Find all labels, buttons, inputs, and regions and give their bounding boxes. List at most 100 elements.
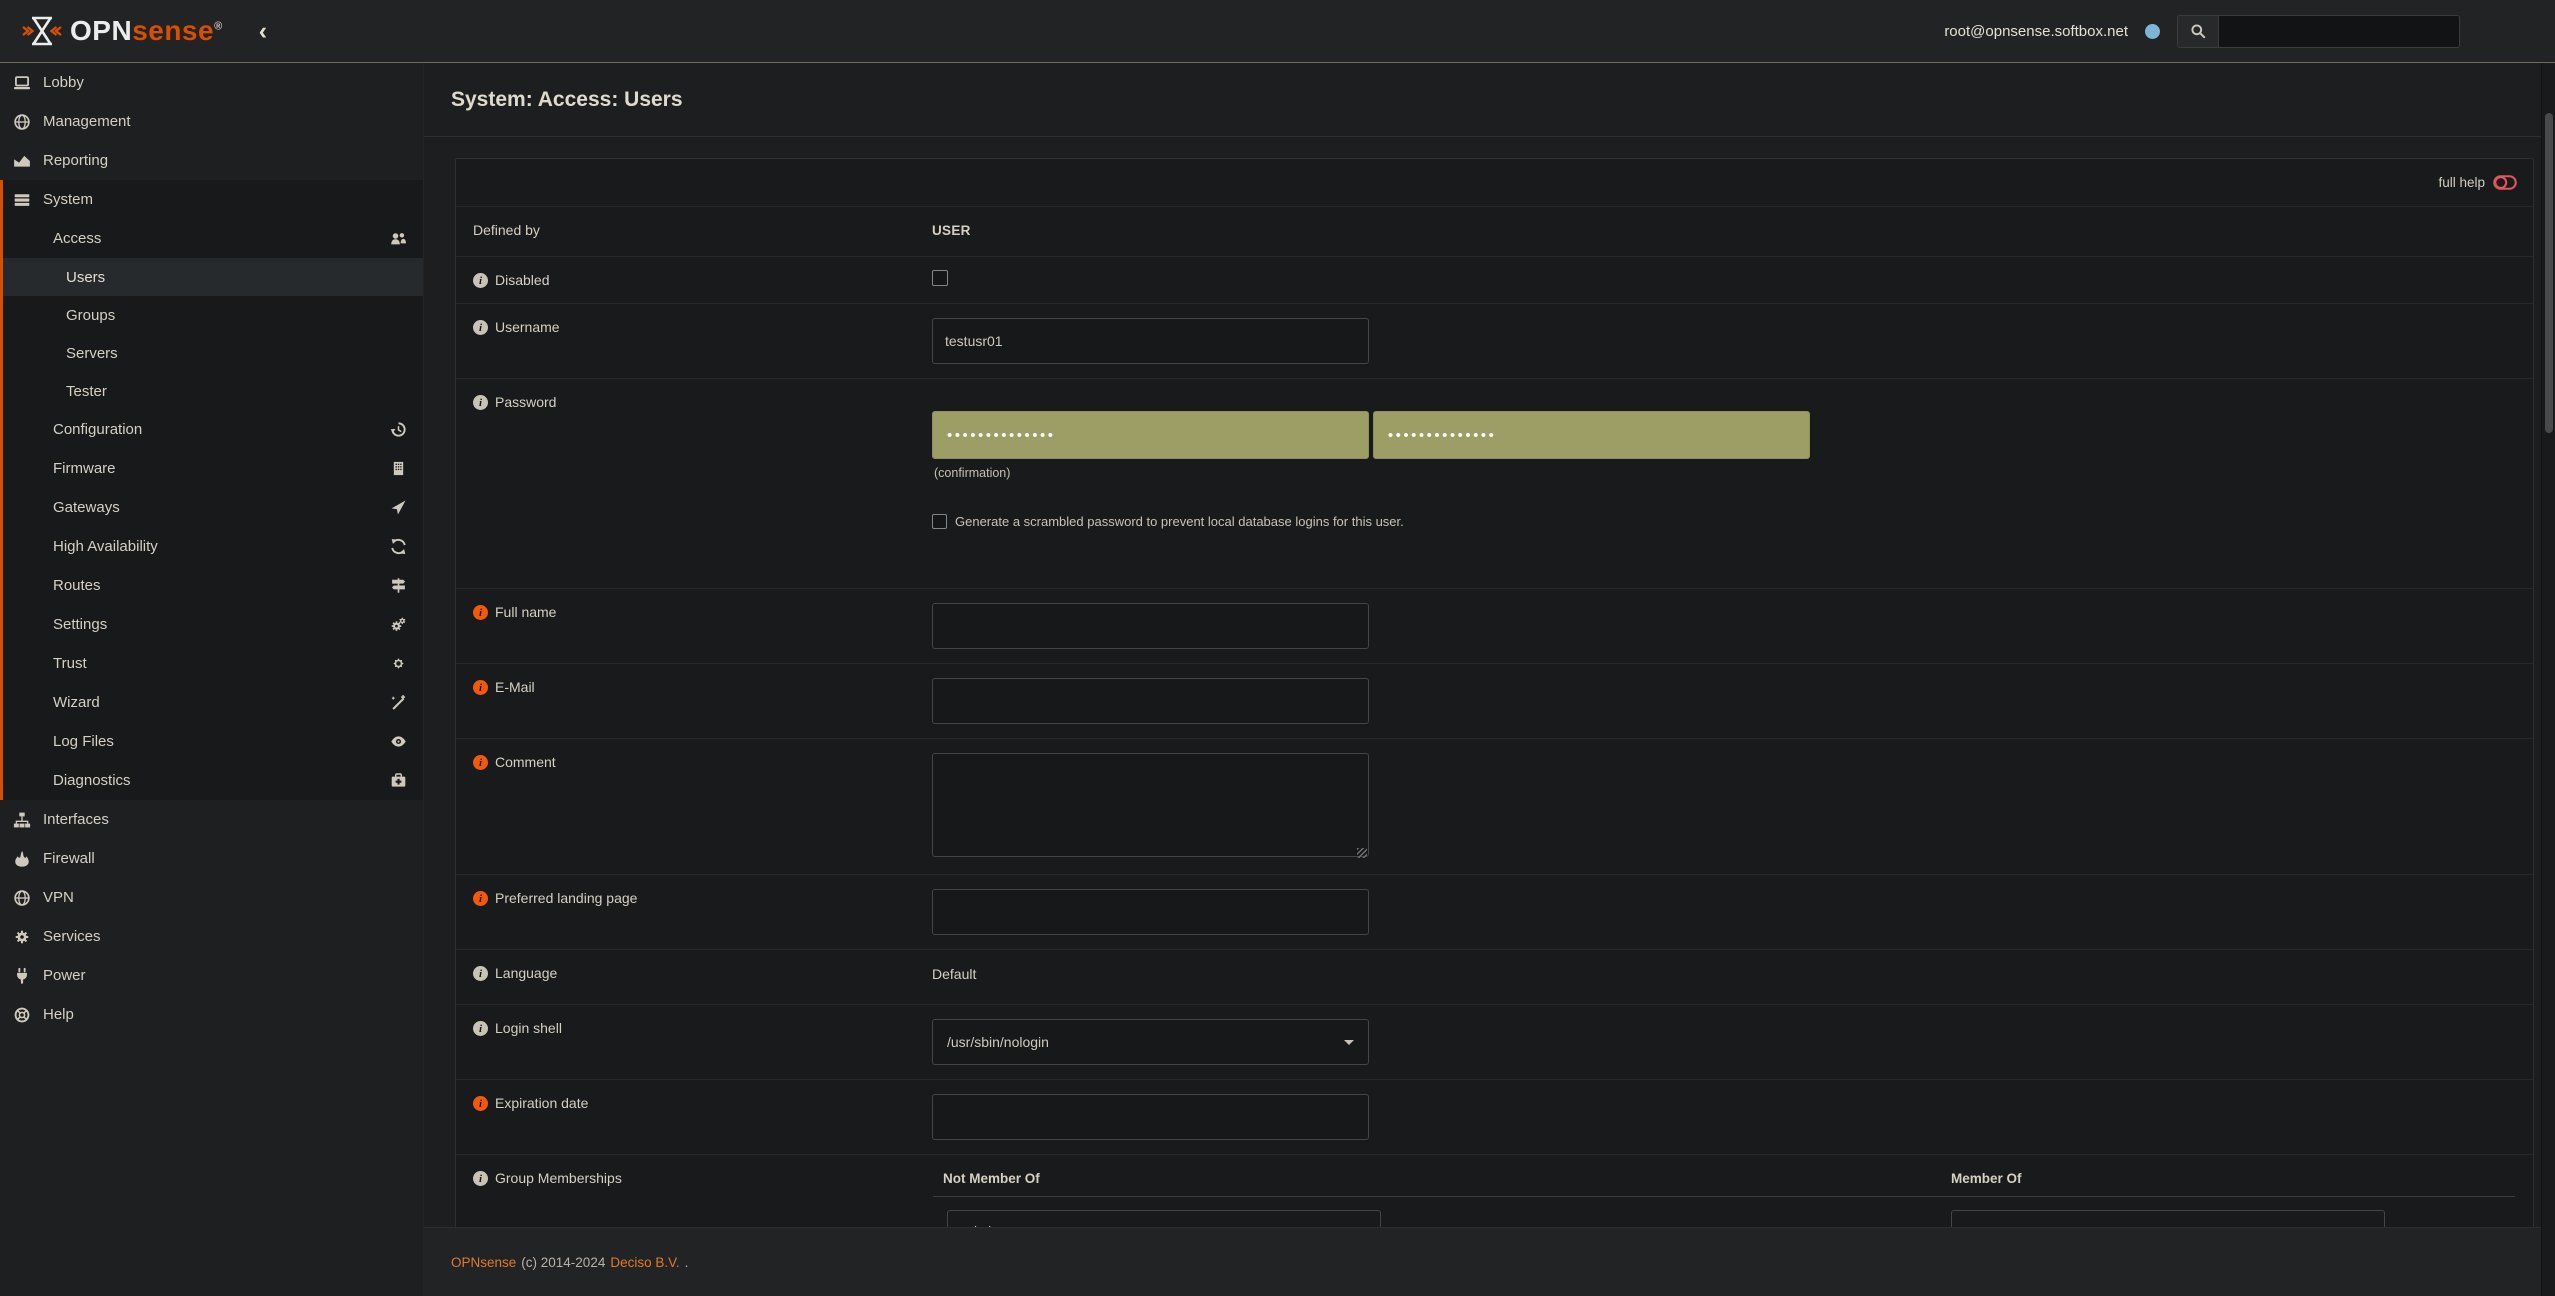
comment-label: Comment xyxy=(495,754,556,770)
sidebar-item-gateways[interactable]: Gateways xyxy=(3,488,423,527)
comment-textarea[interactable] xyxy=(932,753,1369,857)
globe-icon xyxy=(13,113,31,131)
page-scrollbar-thumb[interactable] xyxy=(2545,113,2553,433)
opnsense-logo-text: OPNsense® xyxy=(70,15,223,47)
username-input[interactable] xyxy=(932,318,1369,364)
footer-copyright: (c) 2014-2024 xyxy=(521,1255,605,1270)
sidebar-item-settings[interactable]: Settings xyxy=(3,605,423,644)
deciso-footer-link[interactable]: Deciso B.V. xyxy=(610,1255,679,1270)
info-icon[interactable] xyxy=(473,966,488,981)
page-title: System: Access: Users xyxy=(451,88,683,112)
topbar-right: root@opnsense.softbox.net xyxy=(1944,15,2555,48)
sidebar-item-firewall[interactable]: Firewall xyxy=(0,839,423,878)
scramble-password-checkbox[interactable] xyxy=(932,514,947,529)
sidebar-item-access[interactable]: Access xyxy=(3,219,423,258)
defined-by-label: Defined by xyxy=(473,222,540,238)
full-name-input[interactable] xyxy=(932,603,1369,649)
footer: OPNsense (c) 2014-2024 Deciso B.V.. xyxy=(424,1227,2555,1296)
landing-page-input[interactable] xyxy=(932,889,1369,935)
opnsense-footer-link[interactable]: OPNsense xyxy=(451,1255,516,1270)
sidebar-item-power[interactable]: Power xyxy=(0,956,423,995)
sidebar-item-trust[interactable]: Trust xyxy=(3,644,423,683)
email-input[interactable] xyxy=(932,678,1369,724)
info-icon[interactable] xyxy=(473,395,488,410)
search-input[interactable] xyxy=(2219,16,2459,47)
sidebar-item-tester[interactable]: Tester xyxy=(3,372,423,410)
resize-handle[interactable] xyxy=(1357,848,1367,858)
info-icon[interactable] xyxy=(473,680,488,695)
scramble-password-row: Generate a scrambled password to prevent… xyxy=(932,514,2513,529)
info-icon[interactable] xyxy=(473,1171,488,1186)
content-area: full help Defined by USER Disabled Usern… xyxy=(424,137,2555,1296)
sidebar-item-vpn[interactable]: VPN xyxy=(0,878,423,917)
sidebar-item-routes[interactable]: Routes xyxy=(3,566,423,605)
info-icon[interactable] xyxy=(473,273,488,288)
password-confirm-input[interactable] xyxy=(1373,411,1810,459)
info-icon[interactable] xyxy=(473,605,488,620)
login-shell-label: Login shell xyxy=(495,1020,562,1036)
form-row-comment: Comment xyxy=(456,738,2533,874)
expiration-date-label: Expiration date xyxy=(495,1095,588,1111)
login-shell-select[interactable]: /usr/sbin/nologin xyxy=(932,1019,1369,1065)
sidebar-item-services[interactable]: Services xyxy=(0,917,423,956)
password-input[interactable] xyxy=(932,411,1369,459)
building-icon xyxy=(390,460,407,477)
info-icon[interactable] xyxy=(473,1096,488,1111)
globe-icon xyxy=(13,889,31,907)
sidebar-item-high-availability[interactable]: High Availability xyxy=(3,527,423,566)
sidebar-item-servers[interactable]: Servers xyxy=(3,334,423,372)
full-help-toggle-icon[interactable] xyxy=(2493,173,2517,192)
sidebar-item-groups[interactable]: Groups xyxy=(3,296,423,334)
email-label: E-Mail xyxy=(495,679,535,695)
location-arrow-icon xyxy=(390,499,407,516)
user-edit-panel: full help Defined by USER Disabled Usern… xyxy=(455,158,2534,1296)
collapse-sidebar-chevron[interactable]: ‹ xyxy=(259,19,267,44)
sidebar-item-interfaces[interactable]: Interfaces xyxy=(0,800,423,839)
refresh-icon xyxy=(390,538,407,555)
form-row-email: E-Mail xyxy=(456,663,2533,738)
fire-icon xyxy=(13,850,31,868)
page-title-band: System: Access: Users xyxy=(424,63,2555,137)
life-ring-icon xyxy=(13,1006,31,1024)
gear-icon xyxy=(13,928,31,946)
info-icon[interactable] xyxy=(473,755,488,770)
info-icon[interactable] xyxy=(473,320,488,335)
landing-page-label: Preferred landing page xyxy=(495,890,637,906)
sidebar-item-wizard[interactable]: Wizard xyxy=(3,683,423,722)
stack-icon xyxy=(13,191,31,209)
login-shell-value: /usr/sbin/nologin xyxy=(947,1034,1049,1050)
opnsense-logo-icon xyxy=(22,11,62,51)
form-row-landing-page: Preferred landing page xyxy=(456,874,2533,949)
topbar: OPNsense® ‹ root@opnsense.softbox.net xyxy=(0,0,2555,63)
form-row-password: Password (confirmation) Generate a scram… xyxy=(456,378,2533,588)
cogs-icon xyxy=(390,616,407,633)
sidebar-item-system[interactable]: System xyxy=(3,180,423,219)
sidebar-item-log-files[interactable]: Log Files xyxy=(3,722,423,761)
search-icon xyxy=(2178,16,2219,47)
info-icon[interactable] xyxy=(473,891,488,906)
sidebar-item-help[interactable]: Help xyxy=(0,995,423,1034)
laptop-icon xyxy=(13,74,31,92)
opnsense-logo[interactable]: OPNsense® xyxy=(22,11,223,51)
form-row-disabled: Disabled xyxy=(456,256,2533,303)
sidebar-item-lobby[interactable]: Lobby xyxy=(0,63,423,102)
form-row-language: Language Default xyxy=(456,949,2533,1004)
info-icon[interactable] xyxy=(473,1021,488,1036)
not-member-of-header: Not Member Of xyxy=(932,1171,1381,1186)
sidebar-section-system: System Access Users Groups Servers Teste… xyxy=(0,180,423,800)
sidebar-item-management[interactable]: Management xyxy=(0,102,423,141)
expiration-date-input[interactable] xyxy=(932,1094,1369,1140)
main-content: System: Access: Users full help Defined … xyxy=(424,63,2555,1296)
disabled-checkbox[interactable] xyxy=(932,270,948,286)
sidebar-item-configuration[interactable]: Configuration xyxy=(3,410,423,449)
page-scrollbar-track[interactable] xyxy=(2541,63,2555,1296)
sidebar-item-reporting[interactable]: Reporting xyxy=(0,141,423,180)
certificate-icon xyxy=(390,655,407,672)
disabled-label: Disabled xyxy=(495,272,549,288)
eye-icon xyxy=(390,733,407,750)
sidebar: Lobby Management Reporting System Access… xyxy=(0,63,424,1296)
logged-in-user-link[interactable]: root@opnsense.softbox.net xyxy=(1944,23,2128,40)
sidebar-item-firmware[interactable]: Firmware xyxy=(3,449,423,488)
sidebar-item-diagnostics[interactable]: Diagnostics xyxy=(3,761,423,800)
sidebar-item-users[interactable]: Users xyxy=(3,258,423,296)
